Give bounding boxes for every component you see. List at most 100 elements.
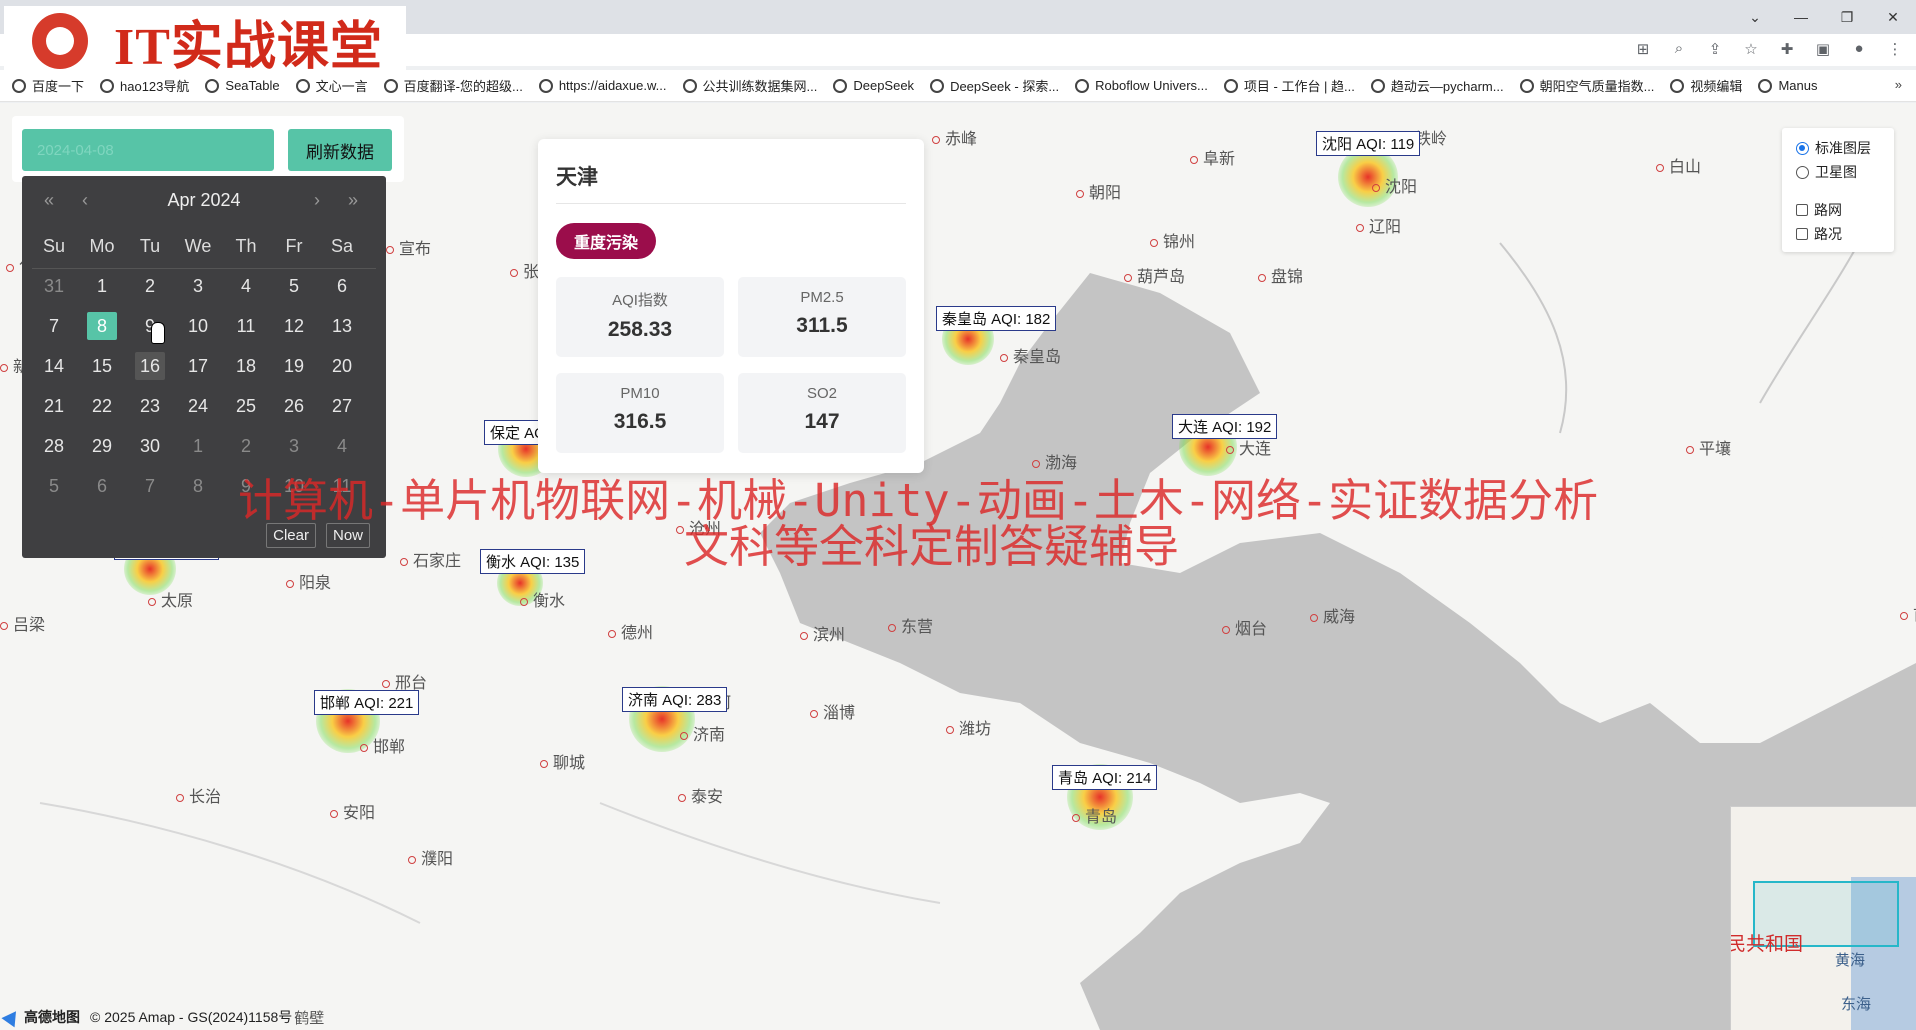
bookmark-item[interactable]: 趋动云—pycharm... <box>1370 76 1504 95</box>
bookmark-item[interactable]: 百度一下 <box>12 76 84 95</box>
bookmark-icon <box>833 78 848 93</box>
calendar-day[interactable]: 19 <box>270 356 318 377</box>
sidepanel-icon[interactable]: ▣ <box>1812 40 1834 58</box>
checkbox-icon[interactable] <box>1796 204 1808 216</box>
aqi-marker-label[interactable]: 秦皇岛 AQI: 182 <box>936 306 1057 331</box>
overview-sea-label: 黄海 <box>1835 952 1866 969</box>
bookmark-item[interactable]: 视频编辑 <box>1670 76 1742 95</box>
calendar-day[interactable]: 8 <box>174 476 222 497</box>
city-label: 葫芦岛 <box>1124 263 1185 287</box>
next-year-icon[interactable]: » <box>348 190 358 211</box>
translate-icon[interactable]: ⊞ <box>1632 40 1654 58</box>
calendar-day[interactable]: 31 <box>30 276 78 297</box>
calendar-day[interactable]: 21 <box>30 396 78 417</box>
city-label: 泰安 <box>678 783 723 807</box>
bookmark-item[interactable]: 公共训练数据集网... <box>682 76 817 95</box>
calendar-day[interactable]: 9 <box>126 316 174 337</box>
bookmark-item[interactable]: DeepSeek - 探索... <box>930 76 1059 95</box>
aqi-marker-label[interactable]: 济南 AQI: 283 <box>622 687 728 712</box>
calendar-day[interactable]: 4 <box>222 276 270 297</box>
bookmark-item[interactable]: https://aidaxue.w... <box>538 78 667 93</box>
calendar-day[interactable]: 5 <box>30 476 78 497</box>
calendar-day[interactable]: 16 <box>126 352 174 380</box>
calendar-day[interactable]: 1 <box>78 276 126 297</box>
layer-standard[interactable]: 标准图层 <box>1796 138 1871 158</box>
bookmark-icon <box>538 78 553 93</box>
calendar-day[interactable]: 23 <box>126 396 174 417</box>
overview-minimap[interactable]: 民共和国 黄海 东海 <box>1730 806 1916 1030</box>
bookmarks-more-icon[interactable]: » <box>1895 77 1902 92</box>
calendar-day[interactable]: 13 <box>318 316 366 337</box>
calendar-day[interactable]: 17 <box>174 356 222 377</box>
bookmark-item[interactable]: 项目 - 工作台 | 趋... <box>1223 76 1355 95</box>
minimize-icon[interactable]: — <box>1778 0 1824 34</box>
calendar-day[interactable]: 11 <box>222 316 270 337</box>
date-input[interactable]: 2024-04-08 <box>22 129 274 171</box>
calendar-day[interactable]: 3 <box>174 276 222 297</box>
calendar-day[interactable]: 7 <box>30 316 78 337</box>
menu-icon[interactable]: ⋮ <box>1884 40 1906 58</box>
calendar-title: Apr 2024 <box>167 190 241 210</box>
calendar-day[interactable]: 22 <box>78 396 126 417</box>
calendar-day[interactable]: 14 <box>30 356 78 377</box>
calendar-day[interactable]: 4 <box>318 436 366 457</box>
calendar-day[interactable]: 6 <box>78 476 126 497</box>
share-icon[interactable]: ⇪ <box>1704 40 1726 58</box>
layer-roadnet[interactable]: 路网 <box>1796 200 1842 220</box>
bookmark-item[interactable]: 朝阳空气质量指数... <box>1519 76 1654 95</box>
calendar-day[interactable]: 7 <box>126 476 174 497</box>
layer-satellite[interactable]: 卫星图 <box>1796 162 1857 182</box>
layer-traffic[interactable]: 路况 <box>1796 224 1842 244</box>
calendar-day[interactable]: 10 <box>174 316 222 337</box>
radio-icon[interactable] <box>1796 165 1809 179</box>
calendar-day[interactable]: 3 <box>270 436 318 457</box>
calendar-day[interactable]: 1 <box>174 436 222 457</box>
bookmark-label: https://aidaxue.w... <box>558 78 667 93</box>
restore-icon[interactable]: ❐ <box>1824 0 1870 34</box>
bookmark-item[interactable]: Manus <box>1758 78 1817 93</box>
city-label: 秦皇岛 <box>1000 343 1061 367</box>
checkbox-icon[interactable] <box>1796 228 1808 240</box>
bookmark-item[interactable]: DeepSeek <box>833 78 914 93</box>
amap-logo: 高德地图 <box>1 1006 80 1028</box>
city-label: 阜新 <box>1190 145 1235 169</box>
calendar-day[interactable]: 12 <box>270 316 318 337</box>
bookmark-item[interactable]: Roboflow Univers... <box>1075 78 1208 93</box>
aqi-marker-label[interactable]: 沈阳 AQI: 119 <box>1316 131 1421 156</box>
bookmark-label: hao123导航 <box>120 79 190 94</box>
logo: IT实战课堂 <box>4 6 406 76</box>
refresh-button[interactable]: 刷新数据 <box>288 129 392 171</box>
bookmark-item[interactable]: 文心一言 <box>295 76 368 95</box>
zoom-icon[interactable]: ⌕ <box>1668 40 1690 58</box>
calendar-day[interactable]: 2 <box>126 276 174 297</box>
calendar-day[interactable]: 30 <box>126 436 174 457</box>
aqi-marker-label[interactable]: 大连 AQI: 192 <box>1172 414 1278 439</box>
radio-icon[interactable] <box>1796 141 1809 155</box>
calendar-day[interactable]: 26 <box>270 396 318 417</box>
calendar-day[interactable]: 25 <box>222 396 270 417</box>
calendar-day[interactable]: 6 <box>318 276 366 297</box>
calendar-day[interactable]: 24 <box>174 396 222 417</box>
bookmark-item[interactable]: SeaTable <box>205 78 280 93</box>
bookmark-item[interactable]: 百度翻译-您的超级... <box>383 76 523 95</box>
next-month-icon[interactable]: › <box>314 190 320 211</box>
calendar-day[interactable]: 2 <box>222 436 270 457</box>
extensions-icon[interactable]: ✚ <box>1776 40 1798 58</box>
star-icon[interactable]: ☆ <box>1740 40 1762 58</box>
calendar-day[interactable]: 15 <box>78 356 126 377</box>
aqi-marker-label[interactable]: 青岛 AQI: 214 <box>1052 765 1158 790</box>
aqi-marker-label[interactable]: 邯郸 AQI: 221 <box>314 690 420 715</box>
chevron-down-icon[interactable]: ⌄ <box>1732 0 1778 34</box>
bookmark-label: DeepSeek - 探索... <box>950 79 1060 94</box>
calendar-day[interactable]: 29 <box>78 436 126 457</box>
aqi-marker-label[interactable]: 衡水 AQI: 135 <box>480 549 586 574</box>
bookmark-item[interactable]: hao123导航 <box>100 76 189 95</box>
calendar-day[interactable]: 5 <box>270 276 318 297</box>
calendar-day[interactable]: 27 <box>318 396 366 417</box>
calendar-day[interactable]: 28 <box>30 436 78 457</box>
profile-icon[interactable]: ● <box>1848 40 1870 58</box>
calendar-day[interactable]: 8 <box>78 312 126 340</box>
calendar-day[interactable]: 18 <box>222 356 270 377</box>
calendar-day[interactable]: 20 <box>318 356 366 377</box>
close-icon[interactable]: ✕ <box>1870 0 1916 34</box>
